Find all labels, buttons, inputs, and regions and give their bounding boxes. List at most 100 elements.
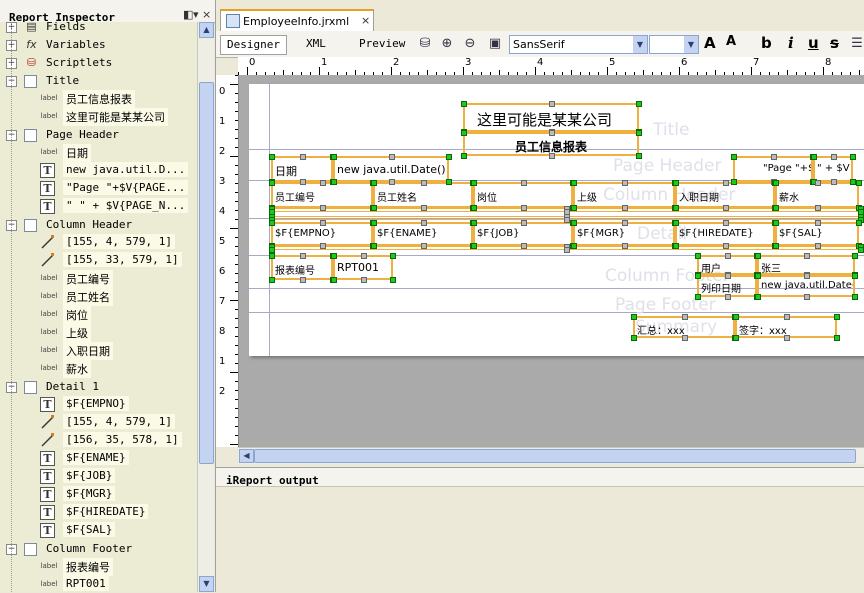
resize-handle[interactable] [320,220,326,226]
resize-handle[interactable] [571,205,577,211]
resize-handle[interactable] [471,220,477,226]
tab-xml[interactable]: XML [300,35,332,53]
document-tab[interactable]: EmployeeInfo.jrxml × [220,9,374,31]
tree-element-item[interactable]: label 员工姓名 [0,288,197,306]
scroll-left-arrow-icon[interactable]: ◀ [239,449,254,463]
resize-handle[interactable] [300,154,306,160]
decrease-font-icon[interactable]: A [726,34,736,49]
resize-handle[interactable] [269,253,275,259]
resize-handle[interactable] [673,220,679,226]
resize-handle[interactable] [320,243,326,249]
resize-handle[interactable] [773,205,779,211]
resize-handle[interactable] [390,253,396,259]
resize-handle[interactable] [773,220,779,226]
resize-handle[interactable] [421,243,427,249]
resize-handle[interactable] [804,273,810,279]
canvas-scroll-thumb[interactable] [254,449,856,463]
resize-handle[interactable] [461,130,467,136]
resize-handle[interactable] [300,277,306,283]
resize-handle[interactable] [549,101,555,107]
resize-handle[interactable] [834,314,840,320]
scroll-down-arrow-icon[interactable]: ▼ [199,576,214,592]
resize-handle[interactable] [571,243,577,249]
tree-scrollbar[interactable]: ▲ ▼ [197,22,214,592]
resize-handle[interactable] [852,253,858,259]
italic-icon[interactable]: i [788,34,794,52]
resize-handle[interactable] [831,154,837,160]
underline-icon[interactable]: u [808,34,819,52]
tree-band-item[interactable]: − Detail 1 [0,378,197,396]
resize-handle[interactable] [852,294,858,300]
tree-band-item[interactable]: − Column Header [0,216,197,234]
resize-handle[interactable] [834,335,840,341]
resize-handle[interactable] [331,253,337,259]
resize-handle[interactable] [636,101,642,107]
resize-handle[interactable] [682,314,688,320]
tree-element-item[interactable]: Tnew java.util.D... [0,162,197,180]
bold-icon[interactable]: b [761,34,772,52]
resize-handle[interactable] [723,180,729,186]
resize-handle[interactable] [371,220,377,226]
canvas-horizontal-scrollbar[interactable]: ◀ [238,447,864,464]
resize-handle[interactable] [471,180,477,186]
company-name-label[interactable]: 这里可能是某某公司 [463,103,639,132]
resize-handle[interactable] [773,180,779,186]
resize-handle[interactable] [755,273,761,279]
band-separator[interactable] [249,312,864,313]
tree-element-item[interactable]: label 岗位 [0,306,197,324]
resize-handle[interactable] [725,294,731,300]
resize-handle[interactable] [571,180,577,186]
resize-handle[interactable] [320,180,326,186]
resize-handle[interactable] [815,205,821,211]
resize-handle[interactable] [521,220,527,226]
tree-element-item[interactable]: label 入职日期 [0,342,197,360]
tree-element-item[interactable]: [155, 4, 579, 1] [0,234,197,252]
tree-category-item[interactable]: + ▤ Fields [0,22,197,36]
resize-handle[interactable] [755,253,761,259]
resize-handle[interactable] [784,314,790,320]
resize-handle[interactable] [461,153,467,159]
tree-element-item[interactable]: label 上级 [0,324,197,342]
tree-element-item[interactable]: [155, 33, 579, 1] [0,252,197,270]
tree-band-item[interactable]: − Title [0,72,197,90]
tree-element-item[interactable]: label 员工信息报表 [0,90,197,108]
resize-handle[interactable] [389,179,395,185]
font-name-select[interactable]: SansSerif ▼ [509,35,648,54]
resize-handle[interactable] [571,220,577,226]
increase-font-icon[interactable]: A [704,34,716,52]
close-icon[interactable]: × [202,8,211,21]
resize-handle[interactable] [521,180,527,186]
resize-handle[interactable] [723,243,729,249]
resize-handle[interactable] [725,273,731,279]
tree-element-item[interactable]: T $F{HIREDATE} [0,504,197,522]
resize-handle[interactable] [731,179,737,185]
design-canvas[interactable]: Title Page Header Column Header Detail C… [239,75,864,447]
resize-handle[interactable] [673,205,679,211]
tab-designer[interactable]: Designer [220,35,287,55]
resize-handle[interactable] [371,180,377,186]
resize-handle[interactable] [631,314,637,320]
resize-handle[interactable] [733,314,739,320]
tree-band-item[interactable]: − Page Header [0,126,197,144]
resize-handle[interactable] [371,205,377,211]
tree-category-item[interactable]: + fx Variables [0,36,197,54]
resize-handle[interactable] [549,153,555,159]
align-icon[interactable]: ☰ [848,35,864,53]
resize-handle[interactable] [804,294,810,300]
resize-handle[interactable] [549,130,555,136]
resize-handle[interactable] [564,247,570,253]
resize-handle[interactable] [755,294,761,300]
resize-handle[interactable] [856,220,862,226]
tree-element-item[interactable]: T "Page "+$V{PAGE... [0,180,197,198]
resize-handle[interactable] [858,247,864,253]
tree-element-item[interactable]: label 报表编号 [0,558,197,576]
resize-handle[interactable] [850,154,856,160]
resize-handle[interactable] [521,205,527,211]
resize-handle[interactable] [461,101,467,107]
tab-preview[interactable]: Preview [353,35,411,53]
tree-element-item[interactable]: label RPT001 [0,576,197,592]
resize-handle[interactable] [695,273,701,279]
resize-handle[interactable] [695,253,701,259]
resize-handle[interactable] [733,335,739,341]
tree-element-item[interactable]: T $F{EMPNO} [0,396,197,414]
